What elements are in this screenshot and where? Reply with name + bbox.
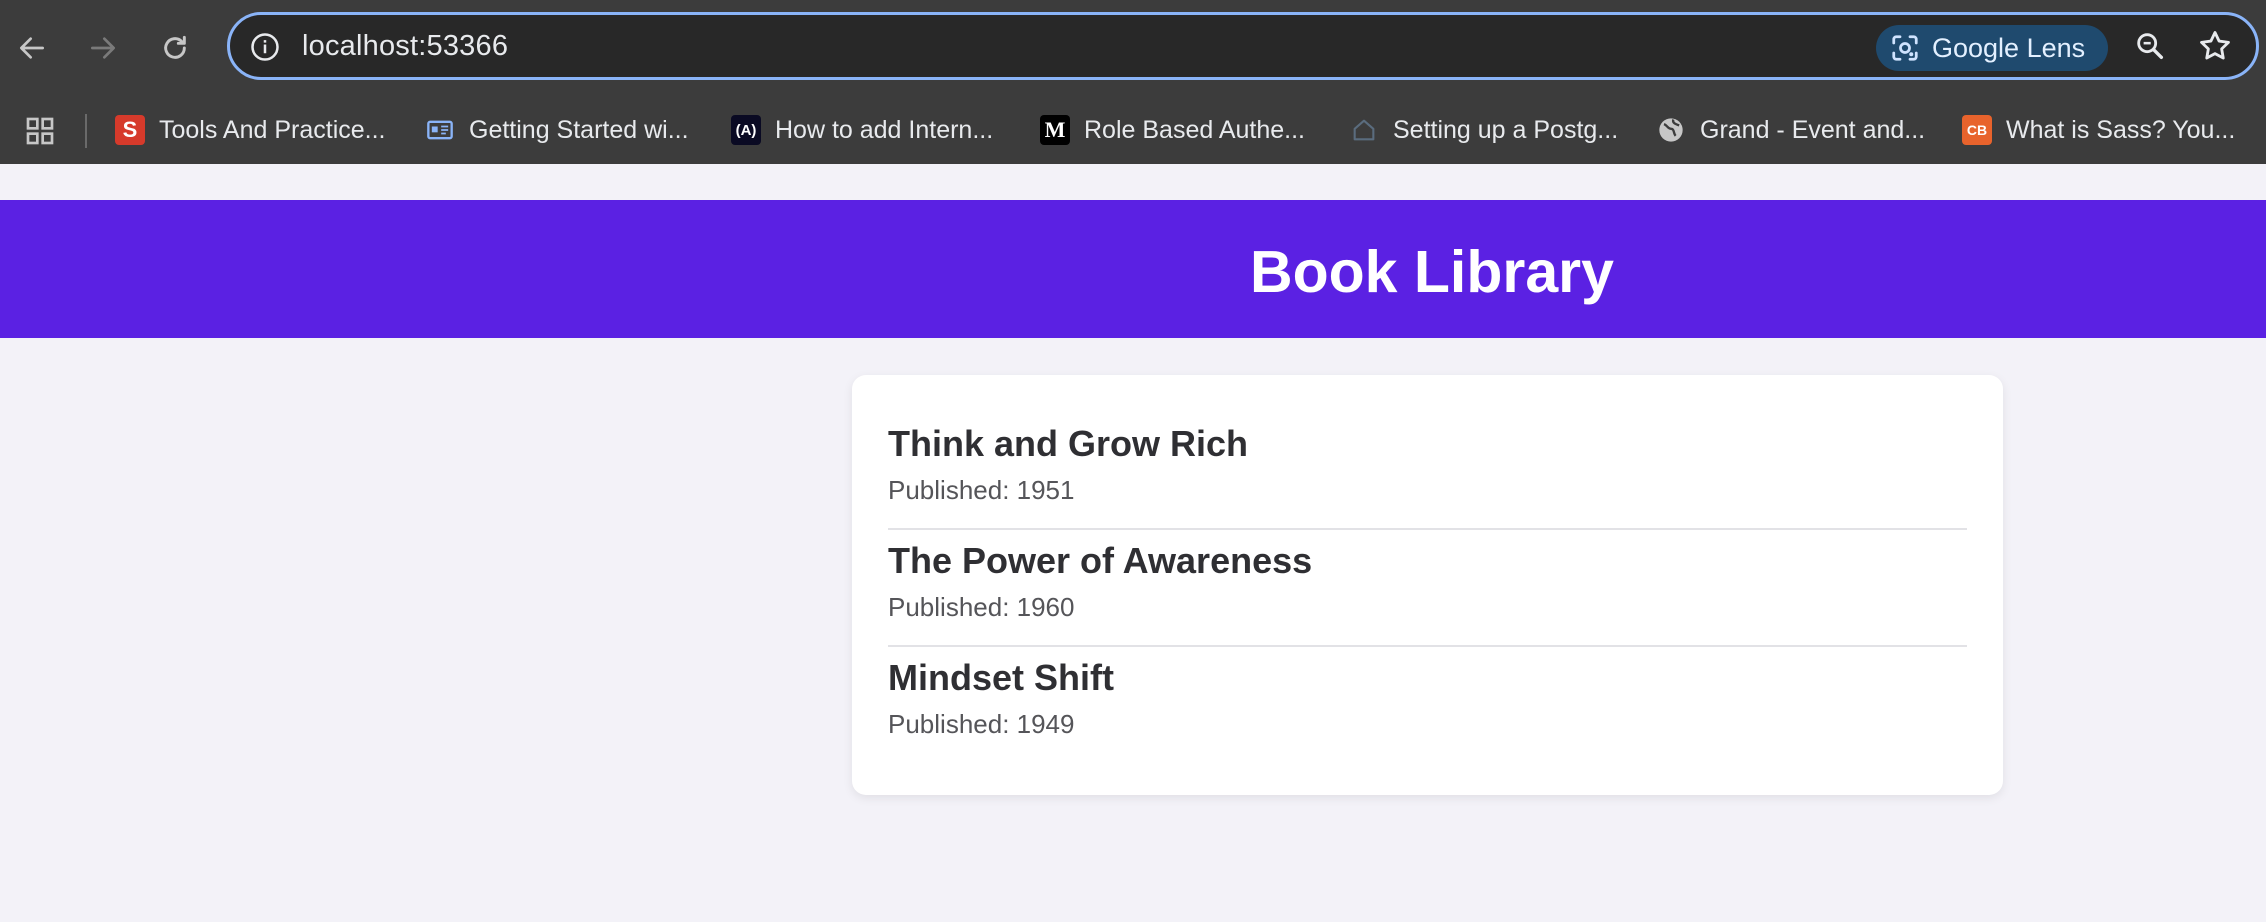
book-published: Published: 1960 — [888, 592, 1075, 622]
browser-toolbar: localhost:53366 Google Lens — [0, 0, 2266, 96]
book-title: The Power of Awareness — [888, 540, 1313, 581]
id-card-icon — [425, 115, 455, 145]
bookmark-what-is-sass[interactable]: CB What is Sass? You... — [1962, 110, 2235, 150]
reload-button[interactable] — [153, 26, 197, 70]
lens-label: Google Lens — [1932, 32, 2086, 63]
medium-icon: M — [1040, 115, 1070, 145]
back-button[interactable] — [10, 26, 54, 70]
book-item: Think and Grow Rich Published: 1951 — [888, 411, 1967, 530]
lens-camera-icon — [1892, 35, 1918, 61]
cb-favicon-icon: CB — [1962, 115, 1992, 145]
url-text[interactable]: localhost:53366 — [302, 30, 508, 63]
address-bar[interactable]: localhost:53366 Google Lens — [227, 12, 2259, 80]
book-published: Published: 1949 — [888, 709, 1075, 739]
globe-icon — [1656, 115, 1686, 145]
freecodecamp-icon: (A) — [731, 115, 761, 145]
forward-button[interactable] — [81, 26, 125, 70]
google-lens-button[interactable]: Google Lens — [1876, 25, 2108, 71]
forward-arrow-icon — [91, 37, 115, 59]
site-info-icon[interactable] — [250, 32, 280, 62]
book-item: The Power of Awareness Published: 1960 — [888, 528, 1967, 647]
reload-icon — [164, 35, 186, 59]
bookmark-star-icon[interactable] — [2196, 27, 2234, 65]
book-list-card: Think and Grow Rich Published: 1951 The … — [852, 375, 2003, 795]
bookmark-grand-event[interactable]: Grand - Event and... — [1656, 110, 1925, 150]
bookmark-how-to-add-intern[interactable]: (A) How to add Intern... — [731, 110, 993, 150]
book-title: Mindset Shift — [888, 657, 1114, 698]
bookmark-setting-up-postgres[interactable]: Setting up a Postg... — [1349, 110, 1618, 150]
book-title: Think and Grow Rich — [888, 423, 1249, 464]
page-header: Book Library — [0, 200, 2266, 338]
back-arrow-icon — [20, 37, 44, 59]
s-favicon-icon: S — [115, 115, 145, 145]
bookmarks-bar: S Tools And Practice... Getting Started … — [0, 96, 2266, 164]
book-item: Mindset Shift Published: 1949 — [888, 645, 1967, 762]
bookmarks-separator — [85, 114, 87, 148]
book-published: Published: 1951 — [888, 475, 1075, 505]
apps-grid-icon[interactable] — [24, 115, 56, 147]
bookmark-role-based-auth[interactable]: M Role Based Authe... — [1040, 110, 1305, 150]
bookmark-tools-and-practice[interactable]: S Tools And Practice... — [115, 110, 386, 150]
zoom-icon[interactable] — [2133, 29, 2167, 63]
house-icon — [1349, 115, 1379, 145]
bookmark-getting-started[interactable]: Getting Started wi... — [425, 110, 689, 150]
page-title: Book Library — [1250, 239, 1614, 305]
